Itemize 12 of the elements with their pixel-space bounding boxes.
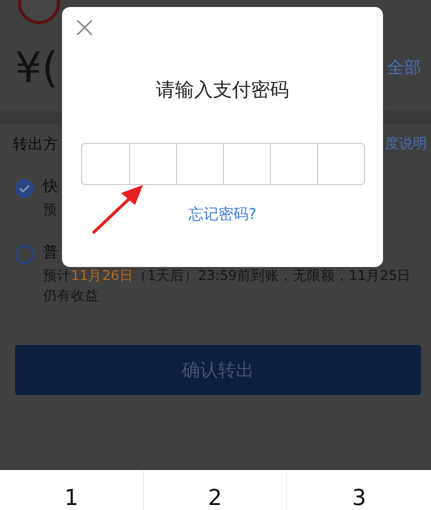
password-field[interactable]: [80, 143, 364, 185]
check-icon: [19, 184, 30, 193]
dialog-title: 请输入支付密码: [156, 78, 289, 103]
forgot-password-link[interactable]: 忘记密码?: [188, 205, 256, 224]
amount-text: ¥(: [15, 42, 58, 92]
info-link[interactable]: 度说明: [385, 135, 427, 153]
arrow-icon: [91, 183, 145, 235]
all-link[interactable]: 全部: [387, 56, 421, 78]
radio-button[interactable]: [15, 245, 34, 264]
confirm-button[interactable]: 确认转出: [15, 345, 421, 395]
close-button[interactable]: ×: [72, 12, 98, 44]
radio-button[interactable]: [15, 179, 34, 198]
